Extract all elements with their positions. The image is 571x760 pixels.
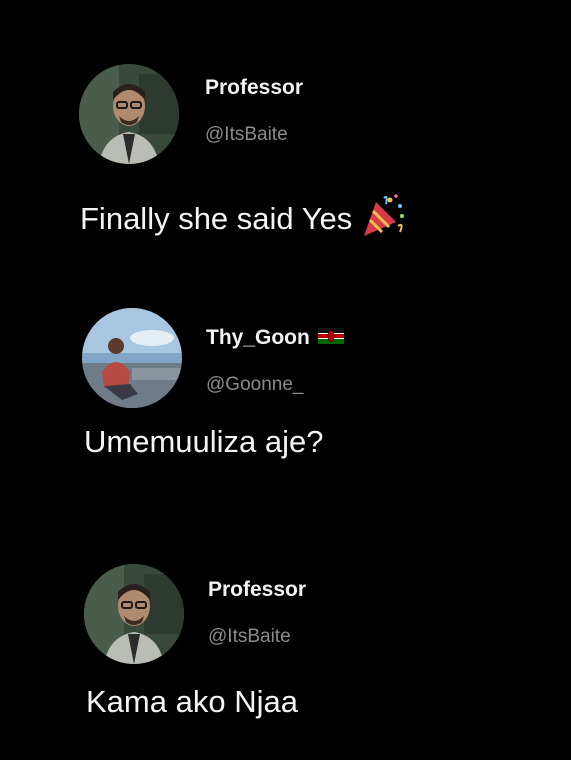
display-name-label: Professor	[208, 578, 307, 601]
tweet-text: Finally she said Yes	[80, 192, 406, 246]
avatar-image	[79, 64, 179, 164]
user-handle[interactable]: @ItsBaite	[208, 626, 291, 648]
party-popper-icon	[360, 192, 406, 246]
avatar-professor[interactable]	[79, 64, 179, 164]
tweet-text: Umemuuliza aje?	[84, 424, 324, 460]
kenya-flag-icon	[317, 326, 344, 350]
tweet-text-content: Kama ako Njaa	[86, 684, 298, 719]
tweet-text-content: Finally she said Yes	[80, 201, 353, 236]
tweet-3: Professor @ItsBaite Kama ako Njaa	[0, 540, 571, 760]
display-name[interactable]: Professor	[205, 76, 303, 100]
display-name[interactable]: Professor	[208, 578, 306, 602]
tweet-2: Thy_Goon @Goonne_ Umemuuliza aje?	[0, 290, 571, 510]
user-handle[interactable]: @Goonne_	[206, 374, 303, 396]
avatar-thy-goon[interactable]	[82, 308, 182, 408]
screenshot-root: { "tweets": [ { "display_name": "Profess…	[0, 0, 571, 760]
display-name[interactable]: Thy_Goon	[206, 326, 344, 350]
avatar-image	[84, 564, 184, 664]
avatar-professor[interactable]	[84, 564, 184, 664]
tweet-1: Professor @ItsBaite Finally she said Yes	[0, 0, 571, 260]
user-handle[interactable]: @ItsBaite	[205, 124, 288, 146]
tweet-text: Kama ako Njaa	[86, 684, 298, 720]
avatar-image	[82, 308, 182, 408]
tweet-text-content: Umemuuliza aje?	[84, 424, 324, 459]
display-name-label: Thy_Goon	[206, 326, 310, 349]
display-name-label: Professor	[205, 76, 304, 99]
